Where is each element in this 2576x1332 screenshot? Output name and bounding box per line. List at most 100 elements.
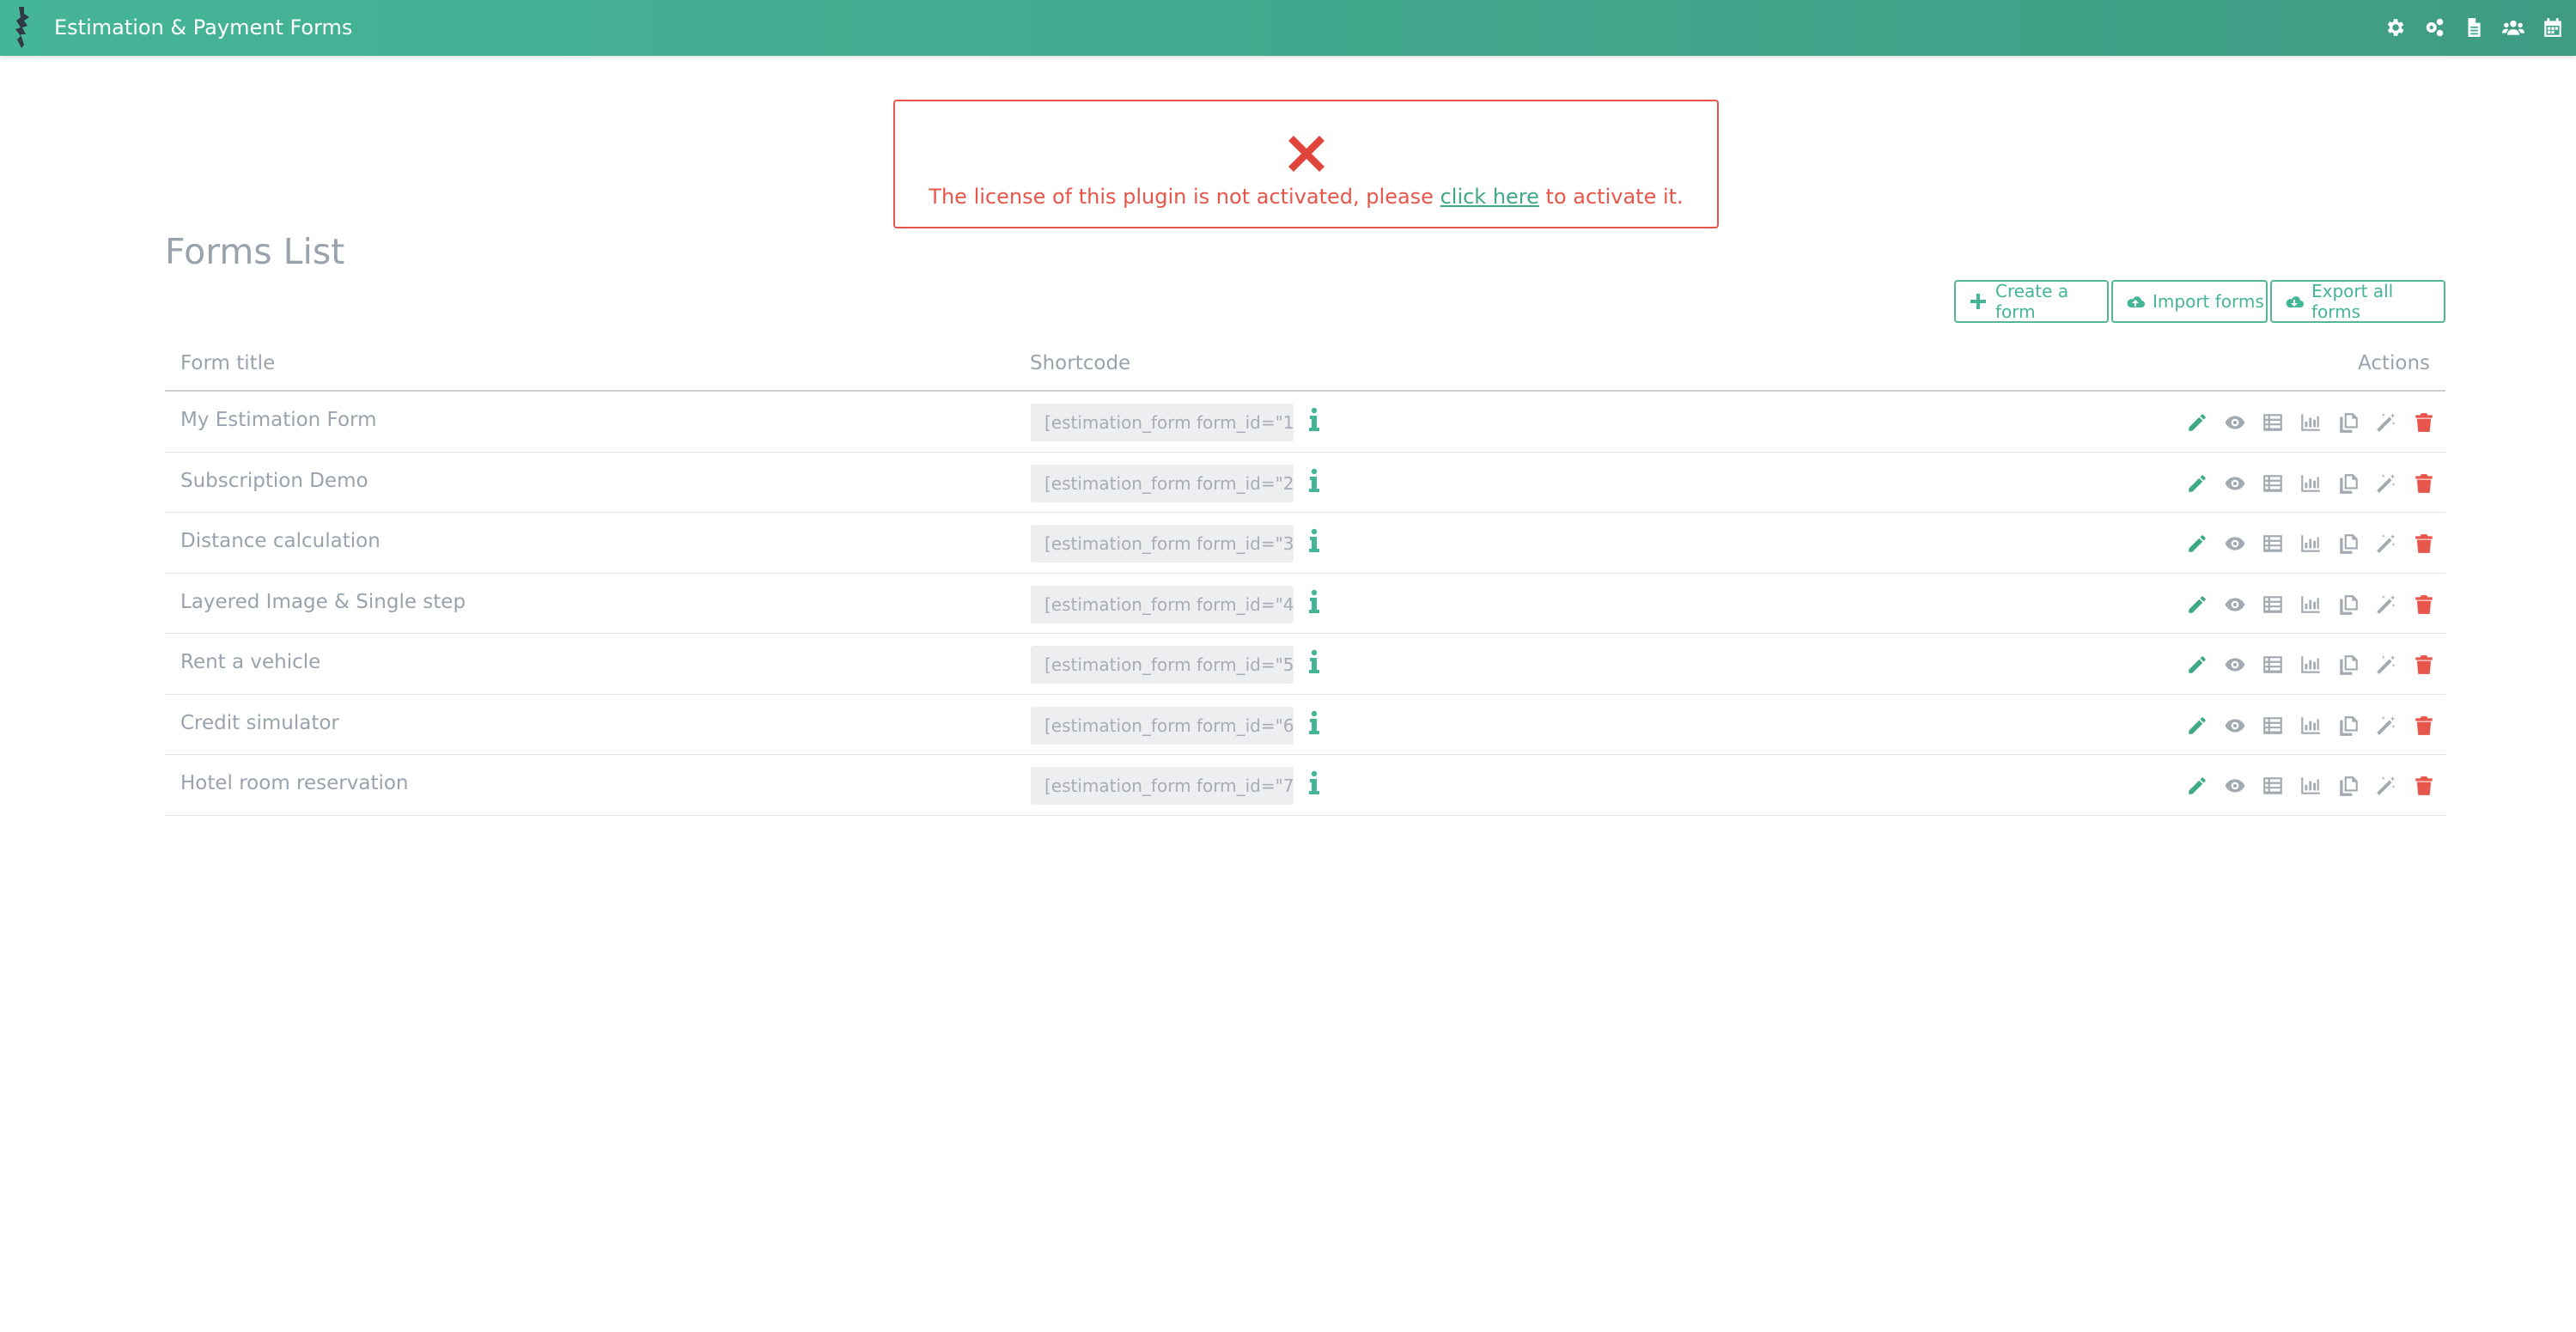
info-icon[interactable] [1304, 770, 1325, 796]
info-icon[interactable] [1304, 710, 1325, 736]
table-row: Hotel room reservation [165, 755, 2445, 816]
preview-eye-icon[interactable] [2222, 530, 2248, 557]
cloud-download-icon [2286, 296, 2304, 307]
chart-icon[interactable] [2298, 591, 2323, 618]
document-icon[interactable] [2454, 12, 2494, 43]
row-actions [2184, 712, 2437, 739]
form-title: Distance calculation [180, 530, 381, 552]
edit-icon[interactable] [2184, 591, 2210, 618]
trash-icon[interactable] [2411, 470, 2437, 497]
row-actions [2184, 772, 2437, 800]
trash-icon[interactable] [2411, 530, 2437, 557]
shortcode-field[interactable] [1031, 404, 1294, 441]
magic-wand-icon[interactable] [2373, 712, 2399, 739]
magic-wand-icon[interactable] [2373, 530, 2399, 557]
table-row: Subscription Demo [165, 453, 2445, 513]
chart-icon[interactable] [2298, 530, 2323, 557]
shortcode-field[interactable] [1031, 706, 1294, 745]
duplicate-icon[interactable] [2335, 409, 2361, 436]
list-icon[interactable] [2260, 530, 2286, 557]
duplicate-icon[interactable] [2335, 530, 2361, 557]
magic-wand-icon[interactable] [2373, 591, 2399, 618]
shortcode-field[interactable] [1031, 585, 1294, 623]
preview-eye-icon[interactable] [2222, 712, 2248, 739]
list-icon[interactable] [2260, 772, 2286, 800]
duplicate-icon[interactable] [2335, 772, 2361, 800]
create-form-button[interactable]: Create a form [1954, 280, 2109, 323]
row-actions [2184, 591, 2437, 618]
info-icon[interactable] [1304, 649, 1325, 675]
license-alert: The license of this plugin is not activa… [893, 100, 1719, 228]
magic-wand-icon[interactable] [2373, 772, 2399, 800]
shortcode-field[interactable] [1031, 464, 1294, 502]
import-forms-button[interactable]: Import forms [2111, 280, 2268, 323]
list-icon[interactable] [2260, 470, 2286, 497]
preview-eye-icon[interactable] [2222, 591, 2248, 618]
duplicate-icon[interactable] [2335, 470, 2361, 497]
chart-icon[interactable] [2298, 470, 2323, 497]
top-bar: Estimation & Payment Forms [0, 0, 2576, 56]
list-icon[interactable] [2260, 712, 2286, 739]
edit-icon[interactable] [2184, 530, 2210, 557]
calendar-icon[interactable] [2533, 12, 2573, 43]
info-icon[interactable] [1304, 528, 1325, 554]
form-title: Layered Image & Single step [180, 590, 466, 613]
column-header-actions: Actions [2357, 352, 2430, 374]
preview-eye-icon[interactable] [2222, 651, 2248, 678]
magic-wand-icon[interactable] [2373, 651, 2399, 678]
plus-icon [1970, 294, 1986, 309]
top-icon-bar [2375, 12, 2573, 43]
trash-icon[interactable] [2411, 651, 2437, 678]
chart-icon[interactable] [2298, 651, 2323, 678]
edit-icon[interactable] [2184, 651, 2210, 678]
page-title: Forms List [165, 231, 345, 272]
edit-icon[interactable] [2184, 470, 2210, 497]
row-actions [2184, 409, 2437, 436]
preview-eye-icon[interactable] [2222, 772, 2248, 800]
magic-wand-icon[interactable] [2373, 409, 2399, 436]
magic-wand-icon[interactable] [2373, 470, 2399, 497]
list-icon[interactable] [2260, 409, 2286, 436]
create-form-label: Create a form [1995, 281, 2069, 322]
activate-license-link[interactable]: click here [1440, 185, 1539, 209]
table-row: Rent a vehicle [165, 634, 2445, 695]
table-body: My Estimation Form [estimation_form form… [165, 392, 2445, 816]
preview-eye-icon[interactable] [2222, 470, 2248, 497]
license-text-before: The license of this plugin is not activa… [929, 185, 1440, 209]
duplicate-icon[interactable] [2335, 712, 2361, 739]
trash-icon[interactable] [2411, 712, 2437, 739]
shortcode-field[interactable] [1031, 525, 1294, 563]
trash-icon[interactable] [2411, 409, 2437, 436]
list-icon[interactable] [2260, 651, 2286, 678]
export-all-forms-button[interactable]: Export all forms [2270, 280, 2445, 323]
shortcode-field[interactable] [1031, 646, 1294, 684]
column-header-shortcode: Shortcode [1030, 352, 1131, 374]
preview-eye-icon[interactable] [2222, 409, 2248, 436]
duplicate-icon[interactable] [2335, 591, 2361, 618]
info-icon[interactable] [1304, 589, 1325, 615]
shortcode-field[interactable] [1031, 767, 1294, 805]
close-x-icon [1288, 136, 1325, 172]
edit-icon[interactable] [2184, 772, 2210, 800]
table-row: Layered Image & Single step [165, 574, 2445, 634]
settings-icon[interactable] [2375, 12, 2415, 43]
info-icon[interactable] [1304, 407, 1325, 433]
duplicate-icon[interactable] [2335, 651, 2361, 678]
logo-icon [15, 7, 29, 48]
trash-icon[interactable] [2411, 591, 2437, 618]
users-icon[interactable] [2494, 12, 2533, 43]
info-icon[interactable] [1304, 468, 1325, 494]
row-actions [2184, 530, 2437, 557]
chart-icon[interactable] [2298, 712, 2323, 739]
chart-icon[interactable] [2298, 772, 2323, 800]
edit-icon[interactable] [2184, 712, 2210, 739]
chart-icon[interactable] [2298, 409, 2323, 436]
table-header: Form title Shortcode Actions [165, 344, 2445, 392]
form-title: Hotel room reservation [180, 772, 409, 794]
trash-icon[interactable] [2411, 772, 2437, 800]
list-icon[interactable] [2260, 591, 2286, 618]
edit-icon[interactable] [2184, 409, 2210, 436]
cogs-icon[interactable] [2415, 12, 2454, 43]
form-title: Credit simulator [180, 711, 339, 734]
row-actions [2184, 470, 2437, 497]
